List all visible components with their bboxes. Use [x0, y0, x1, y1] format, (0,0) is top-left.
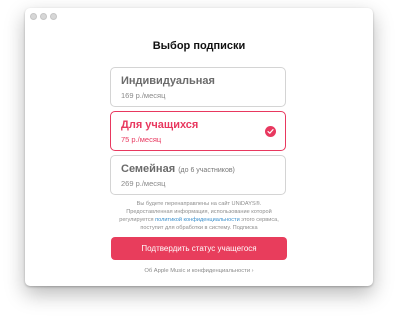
minimize-window-button[interactable]: [40, 13, 47, 20]
page-title: Выбор подписки: [152, 40, 246, 52]
plan-price: 269 р./месяц: [121, 179, 166, 188]
close-window-button[interactable]: [30, 13, 37, 20]
privacy-policy-link[interactable]: политикой конфиденциальности: [155, 217, 240, 223]
plan-student[interactable]: Для учащихся 75 р./месяц: [110, 111, 286, 151]
subscription-window: Выбор подписки Индивидуальная 169 р./мес…: [25, 8, 373, 286]
plan-name: Индивидуальная: [121, 75, 215, 87]
plan-name: Для учащихся: [121, 119, 199, 131]
zoom-window-button[interactable]: [50, 13, 57, 20]
redirect-info-text: Вы будете перенаправлены на сайт UNiDAYS…: [113, 200, 285, 232]
about-privacy-link[interactable]: Об Apple Music и конфиденциальности ›: [25, 268, 373, 274]
plan-note: (до 6 участников): [178, 167, 235, 174]
confirm-student-status-button[interactable]: Подтвердить статус учащегося: [111, 237, 287, 260]
plan-price: 75 р./месяц: [121, 135, 162, 144]
plan-individual[interactable]: Индивидуальная 169 р./месяц: [110, 67, 286, 107]
plan-family[interactable]: Семейная (до 6 участников) 269 р./месяц: [110, 155, 286, 195]
checkmark-icon: [265, 126, 276, 137]
plan-name: Семейная: [121, 163, 176, 175]
plan-price: 169 р./месяц: [121, 91, 166, 100]
title-bar: [25, 8, 373, 24]
